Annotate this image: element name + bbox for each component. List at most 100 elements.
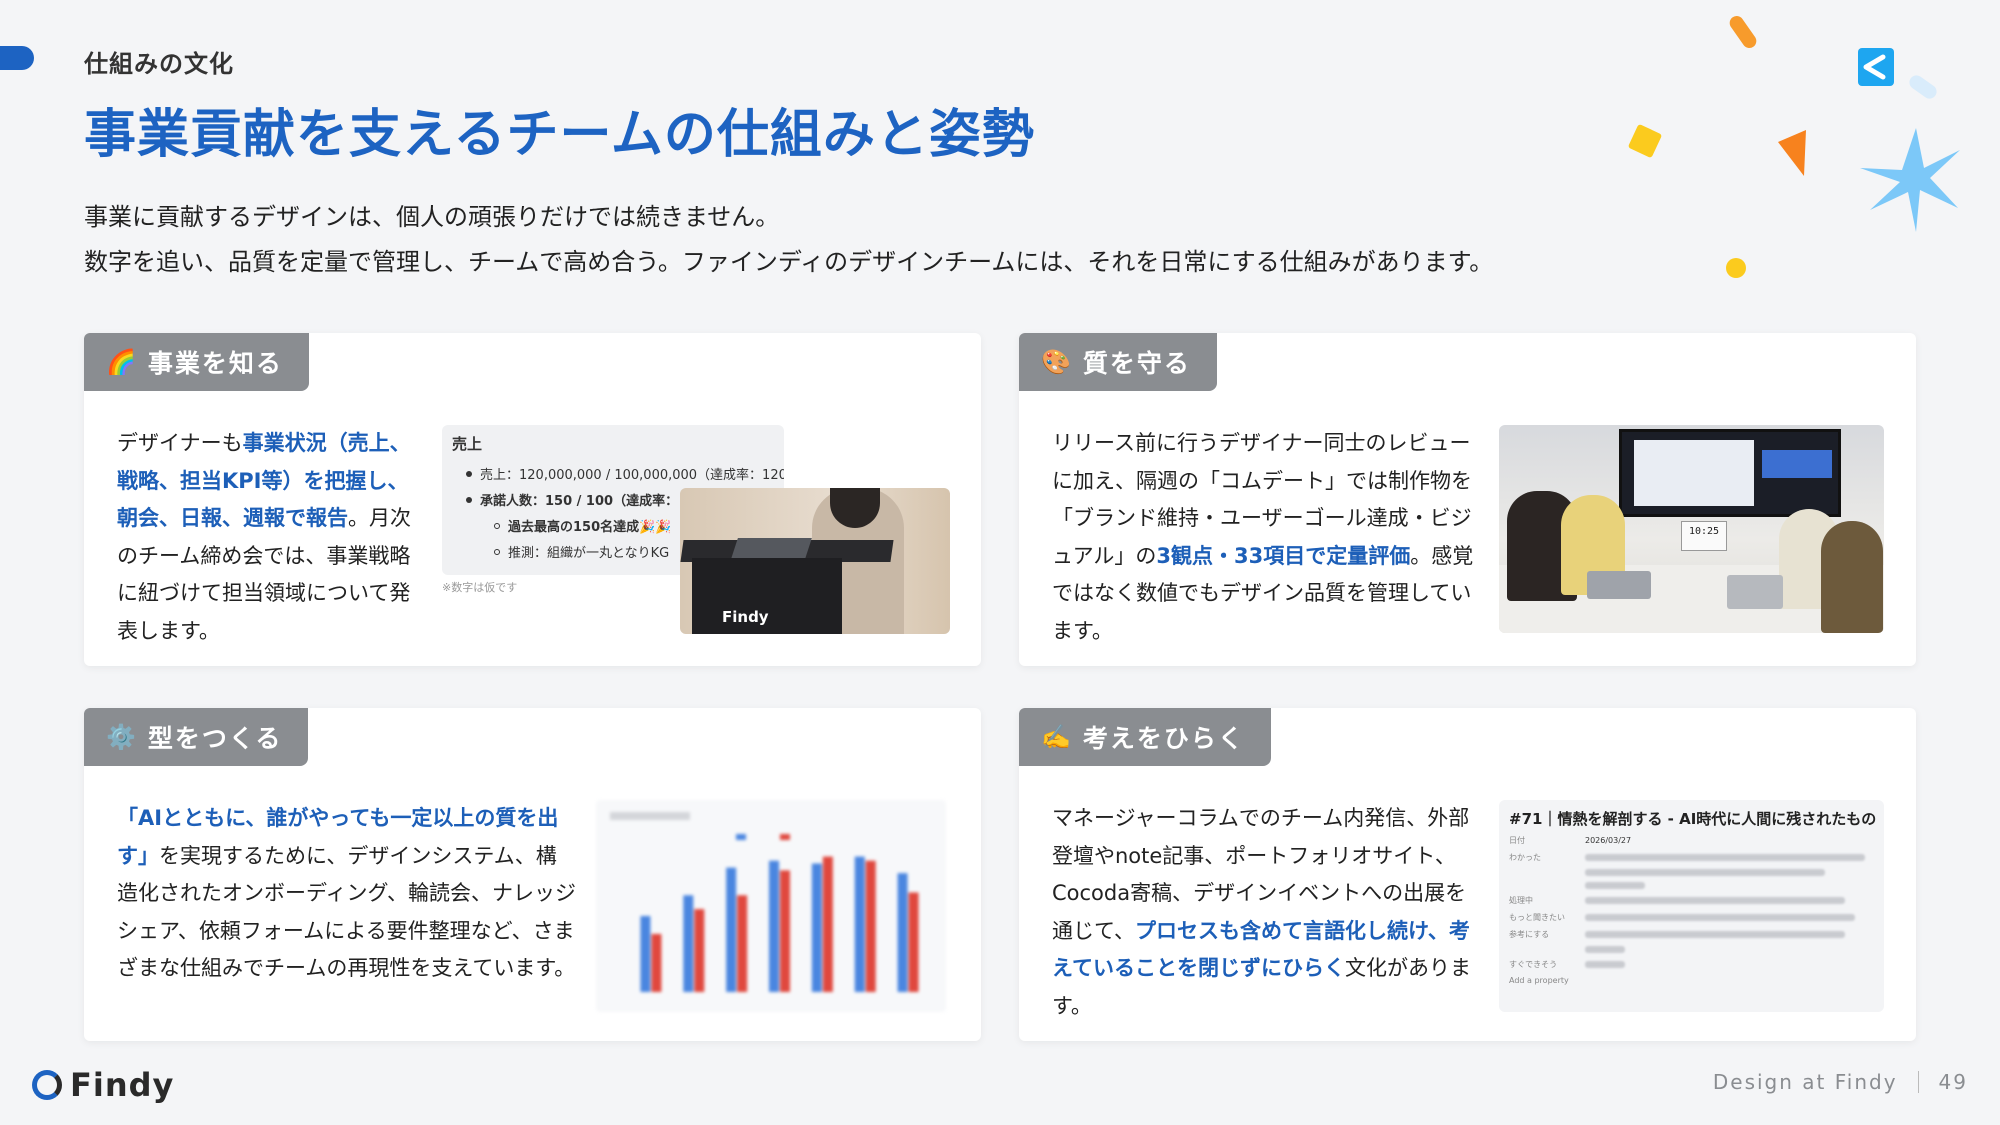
sales-row: 売上：120,000,000 / 100,000,000（達成率：120 — [466, 464, 784, 483]
accent-bar — [0, 46, 34, 70]
writing-hand-icon: ✍️ — [1041, 723, 1073, 751]
card-know-business: 🌈 事業を知る デザイナーも事業状況（売上、戦略、担当KPI等）を把握し、朝会、… — [84, 333, 981, 666]
chart-bar — [640, 916, 651, 992]
chart-bar — [811, 863, 822, 992]
doc-row-label: もっと聞きたい — [1509, 913, 1565, 922]
card-title: 事業を知る — [147, 349, 283, 378]
intro-text: 事業に貢献するデザインは、個人の頑張りだけでは続きません。 数字を追い、品質を定… — [84, 195, 1493, 285]
blurred-content — [1585, 914, 1855, 921]
page-number: 49 — [1938, 1070, 1968, 1094]
blurred-content — [1585, 882, 1645, 889]
monitor-screen — [1634, 440, 1754, 506]
card-body: リリース前に行うデザイナー同士のレビューに加え、隔週の「コムデート」では制作物を… — [1052, 425, 1474, 650]
chart-bar — [822, 856, 833, 992]
doc-row: すぐできそう — [1509, 959, 1874, 970]
confetti-decoration — [1628, 15, 1960, 278]
doc-row: わかった — [1509, 852, 1874, 863]
blurred-bar-chart — [596, 800, 946, 1012]
bullet-icon — [466, 470, 472, 477]
doc-row: もっと聞きたい — [1509, 912, 1874, 923]
footer-tagline: Design at Findy — [1712, 1070, 1898, 1094]
doc-row-label: わかった — [1509, 853, 1541, 862]
chart-bar — [854, 856, 865, 992]
blurred-content — [1585, 946, 1625, 953]
speaker-photo: Findy — [680, 488, 950, 634]
card-tab: 🎨 質を守る — [1019, 333, 1217, 391]
chart-bar — [897, 873, 908, 992]
card-body: マネージャーコラムでのチーム内発信、外部登壇やnote記事、ポートフォリオサイト… — [1052, 800, 1480, 1025]
desk-clock: 10:25 — [1681, 521, 1727, 551]
legend-swatch — [780, 834, 790, 840]
monitor-banner — [1762, 450, 1832, 478]
chart-bar — [726, 867, 737, 992]
card-tab: ✍️ 考えをひらく — [1019, 708, 1271, 766]
palette-icon: 🎨 — [1041, 348, 1073, 376]
brand-name: Findy — [70, 1066, 175, 1104]
footer-divider — [1917, 1071, 1919, 1093]
column-doc-screenshot: #71｜情熱を解剖する - AI時代に人間に残されたもの 日付 2026/03/2… — [1499, 800, 1884, 1012]
card-protect-quality: 🎨 質を守る リリース前に行うデザイナー同士のレビューに加え、隔週の「コムデート… — [1019, 333, 1916, 666]
card-body: 「AIとともに、誰がやっても一定以上の質を出す」を実現するために、デザインシステ… — [117, 800, 577, 988]
doc-row-value: 2026/03/27 — [1585, 836, 1632, 845]
doc-row: 処理中 — [1509, 895, 1874, 906]
doc-row: 日付 2026/03/27 — [1509, 835, 1874, 846]
gear-icon: ⚙️ — [106, 723, 138, 751]
doc-title: #71｜情熱を解剖する - AI時代に人間に残されたもの — [1509, 810, 1877, 828]
doc-row-label: Add a property — [1509, 976, 1569, 985]
card-tab: ⚙️ 型をつくる — [84, 708, 309, 766]
sales-row-text: 過去最高の150名達成🎉🎉 — [508, 520, 672, 535]
footer-meta: Design at Findy 49 — [1713, 1070, 1968, 1094]
chart-bar — [769, 860, 779, 992]
sample-note: ※数字は仮です — [442, 581, 518, 594]
sales-title: 売上 — [452, 435, 483, 453]
intro-line-1: 事業に貢献するデザインは、個人の頑張りだけでは続きません。 — [84, 203, 780, 231]
sales-row-text: 承諾人数：150 / 100（達成率： — [480, 494, 679, 509]
monitor — [1619, 429, 1841, 517]
doc-row: 参考にする — [1509, 929, 1874, 940]
podium-logo: Findy — [722, 608, 769, 626]
findy-logo: Findy — [32, 1066, 174, 1104]
card-tab: 🌈 事業を知る — [84, 333, 309, 391]
doc-row — [1509, 946, 1874, 953]
doc-row-label: すぐできそう — [1509, 960, 1558, 969]
card-open-thinking: ✍️ 考えをひらく マネージャーコラムでのチーム内発信、外部登壇やnote記事、… — [1019, 708, 1916, 1041]
review-meeting-photo: 10:25 — [1499, 425, 1884, 633]
bullet-icon — [466, 496, 472, 503]
chart-bar — [865, 860, 876, 992]
person-figure — [1821, 521, 1883, 633]
blurred-content — [1585, 931, 1845, 938]
bullet-icon — [494, 548, 500, 555]
body-segment: デザイナーも — [117, 431, 243, 455]
findy-logo-icon — [32, 1070, 62, 1100]
doc-row-label: 処理中 — [1509, 896, 1533, 905]
doc-row: Add a property — [1509, 976, 1874, 985]
chart-bar — [694, 909, 705, 992]
card-body: デザイナーも事業状況（売上、戦略、担当KPI等）を把握し、朝会、日報、週報で報告… — [117, 425, 423, 650]
card-build-patterns: ⚙️ 型をつくる 「AIとともに、誰がやっても一定以上の質を出す」を実現するため… — [84, 708, 981, 1041]
card-title: 型をつくる — [147, 724, 283, 753]
legend-swatch — [736, 834, 746, 840]
blurred-content — [1585, 854, 1865, 861]
blurred-content — [1585, 897, 1845, 904]
sales-row-text: 売上：120,000,000 / 100,000,000（達成率：120 — [480, 468, 784, 483]
doc-row-label: 参考にする — [1509, 930, 1550, 939]
blurred-content — [1585, 961, 1625, 968]
page-title: 事業貢献を支えるチームの仕組みと姿勢 — [84, 105, 1035, 165]
chart-canvas — [610, 812, 919, 992]
card-title: 質を守る — [1082, 349, 1191, 378]
chart-bar — [908, 892, 919, 992]
bullet-icon — [494, 522, 500, 529]
card-title: 考えをひらく — [1082, 724, 1245, 753]
chart-bar — [651, 933, 662, 992]
chart-bar — [683, 895, 694, 992]
intro-line-2: 数字を追い、品質を定量で管理し、チームで高め合う。ファインディのデザインチームに… — [84, 248, 1494, 276]
laptop-icon — [1587, 571, 1651, 599]
doc-row-label: 日付 — [1509, 836, 1525, 845]
chart-title-placeholder — [610, 812, 690, 820]
sales-row-text: 推測：組織が一丸となりKG — [508, 546, 670, 561]
rainbow-icon: 🌈 — [106, 348, 138, 376]
body-highlight: 3観点・33項目で定量評価 — [1156, 543, 1411, 568]
blurred-content — [1585, 869, 1825, 876]
section-label: 仕組みの文化 — [84, 50, 234, 78]
chart-bar — [737, 895, 748, 992]
